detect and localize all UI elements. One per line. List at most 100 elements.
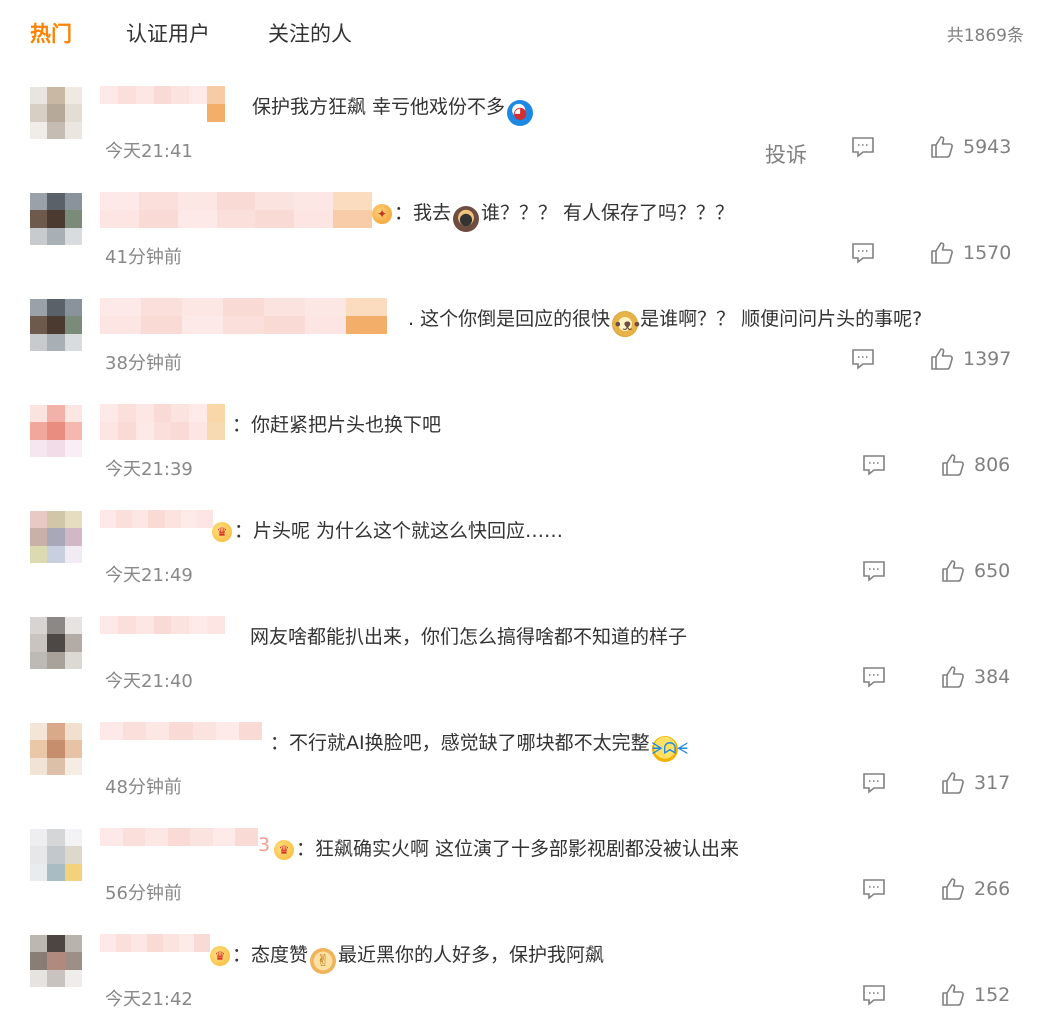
username-blurred[interactable] (100, 828, 258, 864)
username-blurred[interactable] (100, 616, 225, 652)
thumbs-up-icon[interactable] (941, 877, 965, 901)
comment-text: 网友啥都能扒出来，你们怎么搞得啥都不知道的样子 (250, 622, 687, 649)
avatar[interactable] (30, 193, 82, 245)
report-button[interactable]: 投诉 (765, 139, 807, 169)
avatar[interactable] (30, 617, 82, 669)
comment-text-part: 谁？？？ 有人保存了吗？？？ (481, 202, 735, 224)
thumbs-up-icon[interactable] (941, 453, 965, 477)
thumbs-up-icon[interactable] (930, 135, 954, 159)
like-count: 317 (974, 772, 1011, 794)
comment-time: 56分钟前 (105, 883, 182, 904)
comment-item: ♛ ：态度赞 ✌ 最近黑你的人好多，保护我阿飙 今天21:42 152 (0, 928, 1062, 1027)
doge-emoji: •ᴥ• (612, 311, 642, 337)
username-blurred[interactable] (100, 298, 387, 334)
comment-text: 保护我方狂飙 幸亏他戏份不多 ◕ (252, 92, 535, 126)
comment-time: 今天21:42 (105, 989, 193, 1010)
like-count: 384 (974, 666, 1011, 688)
comment-text-part: ：狂飙确实火啊 这位演了十多部影视剧都没被认出来 (296, 838, 740, 860)
comment-text-part: 网友啥都能扒出来，你们怎么搞得啥都不知道的样子 (250, 626, 688, 648)
username-blurred[interactable] (100, 722, 262, 758)
avatar[interactable] (30, 511, 82, 563)
reply-icon[interactable] (862, 772, 886, 794)
comment-text-part: ：我去 (394, 202, 452, 224)
comment-text-part: 保护我方狂飙 幸亏他戏份不多 (252, 96, 506, 118)
avatar[interactable] (30, 723, 82, 775)
username-blurred[interactable] (100, 510, 213, 546)
comment-text: ：片头呢 为什么这个就这么快回应…… (234, 516, 563, 543)
avatar[interactable] (30, 87, 82, 139)
thumbs-up-emoji: ✌ (310, 948, 337, 974)
comment-time: 48分钟前 (105, 777, 182, 798)
comment-item: 网友啥都能扒出来，你们怎么搞得啥都不知道的样子 今天21:40 384 (0, 610, 1062, 716)
robot-face-emoji: ◕ (507, 100, 534, 126)
avatar[interactable] (30, 935, 82, 987)
comment-time: 38分钟前 (105, 353, 182, 374)
username-blurred[interactable] (100, 934, 210, 970)
comment-item: 保护我方狂飙 幸亏他戏份不多 ◕ 今天21:41 投诉 5943 (0, 80, 1062, 186)
username-blurred[interactable] (100, 192, 372, 228)
username-suffix: 3 (258, 834, 271, 856)
tab-following[interactable]: 关注的人 (268, 18, 352, 48)
comment-time: 今天21:41 (105, 141, 193, 162)
comment-text: ：我去 ● 谁？？？ 有人保存了吗？？？ (394, 198, 734, 232)
username-blurred[interactable] (100, 404, 225, 440)
reply-icon[interactable] (862, 984, 886, 1006)
comment-item: 3 ♛ ：狂飙确实火啊 这位演了十多部影视剧都没被认出来 56分钟前 266 (0, 822, 1062, 928)
comment-tabs: 热门 认证用户 关注的人 共1869条 (0, 0, 1062, 68)
laughing-tears-emoji: ᗒᗣᗕ (651, 736, 688, 762)
like-count: 266 (974, 878, 1011, 900)
like-count: 806 (974, 454, 1011, 476)
reply-icon[interactable] (851, 348, 875, 370)
comment-text-part: ：不行就AI换脸吧，感觉缺了哪块都不太完整 (270, 732, 650, 754)
comment-time: 今天21:39 (105, 459, 193, 480)
comment-item: ✦ ：我去 ● 谁？？？ 有人保存了吗？？？ 41分钟前 1570 (0, 186, 1062, 292)
comment-text-part: ：片头呢 为什么这个就这么快回应…… (234, 520, 564, 542)
reply-icon[interactable] (851, 136, 875, 158)
monkey-emoji: ● (453, 206, 480, 232)
like-count: 650 (974, 560, 1011, 582)
crown-badge-icon: ♛ (274, 840, 294, 860)
comment-time: 今天21:49 (105, 565, 193, 586)
reply-icon[interactable] (851, 242, 875, 264)
member-badge-icon: ✦ (372, 204, 392, 224)
comment-text-part: 是谁啊？？ 顺便问问片头的事呢? (640, 308, 923, 330)
avatar[interactable] (30, 299, 82, 351)
thumbs-up-icon[interactable] (930, 241, 954, 265)
comment-item: ：你赶紧把片头也换下吧 今天21:39 806 (0, 398, 1062, 504)
reply-icon[interactable] (862, 560, 886, 582)
comment-total-count: 共1869条 (946, 26, 1024, 46)
comment-text-part: 最近黑你的人好多，保护我阿飙 (338, 944, 605, 966)
comment-text-part: ：态度赞 (232, 944, 309, 966)
comment-time: 41分钟前 (105, 247, 182, 268)
like-count: 1397 (963, 348, 1012, 370)
comment-text: ：狂飙确实火啊 这位演了十多部影视剧都没被认出来 (296, 834, 739, 861)
comment-text-part: ：你赶紧把片头也换下吧 (232, 414, 442, 436)
comment-text: ：你赶紧把片头也换下吧 (232, 410, 441, 437)
username-blurred[interactable] (100, 86, 225, 122)
comment-text: ：态度赞 ✌ 最近黑你的人好多，保护我阿飙 (232, 940, 604, 974)
like-count: 1570 (963, 242, 1012, 264)
thumbs-up-icon[interactable] (941, 983, 965, 1007)
thumbs-up-icon[interactable] (930, 347, 954, 371)
crown-badge-icon: ♛ (210, 946, 230, 966)
avatar[interactable] (30, 405, 82, 457)
crown-badge-icon: ♛ (212, 522, 232, 542)
thumbs-up-icon[interactable] (941, 559, 965, 583)
tab-verified-users[interactable]: 认证用户 (126, 18, 210, 48)
thumbs-up-icon[interactable] (941, 771, 965, 795)
like-count: 5943 (963, 136, 1012, 158)
tab-hot[interactable]: 热门 (30, 18, 72, 48)
reply-icon[interactable] (862, 878, 886, 900)
avatar[interactable] (30, 829, 82, 881)
comment-item: ：不行就AI换脸吧，感觉缺了哪块都不太完整 ᗒᗣᗕ 48分钟前 317 (0, 716, 1062, 822)
comment-time: 今天21:40 (105, 671, 193, 692)
comment-item: ♛ ：片头呢 为什么这个就这么快回应…… 今天21:49 650 (0, 504, 1062, 610)
reply-icon[interactable] (862, 454, 886, 476)
comment-text: . 这个你倒是回应的很快 •ᴥ•是谁啊？？ 顺便问问片头的事呢? (408, 304, 922, 337)
reply-icon[interactable] (862, 666, 886, 688)
like-count: 152 (974, 984, 1011, 1006)
thumbs-up-icon[interactable] (941, 665, 965, 689)
comment-item: . 这个你倒是回应的很快 •ᴥ•是谁啊？？ 顺便问问片头的事呢? 38分钟前 13… (0, 292, 1062, 398)
comment-text: ：不行就AI换脸吧，感觉缺了哪块都不太完整 ᗒᗣᗕ (270, 728, 688, 762)
comment-text-part: . 这个你倒是回应的很快 (408, 308, 611, 330)
